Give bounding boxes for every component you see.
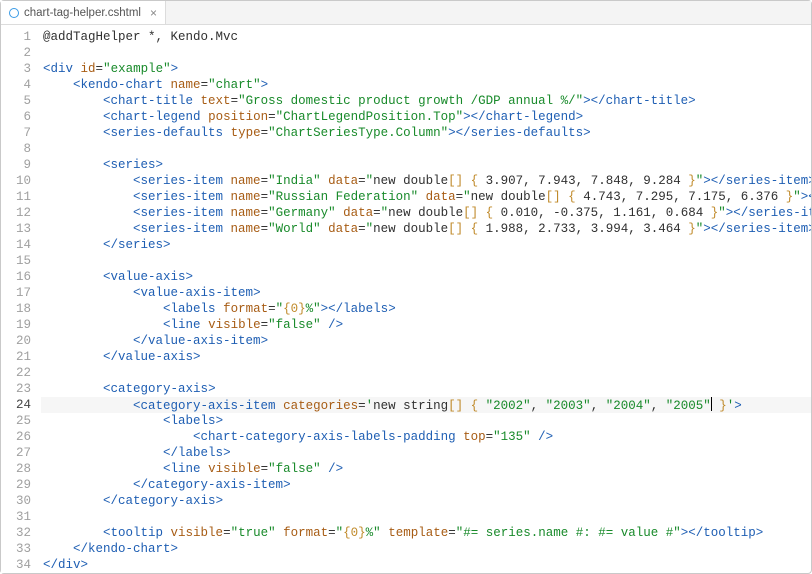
- code-line[interactable]: </kendo-chart>: [41, 541, 811, 557]
- tab-filename: chart-tag-helper.cshtml: [24, 7, 141, 19]
- code-line[interactable]: <labels format="{0}%"></labels>: [41, 301, 811, 317]
- line-number: 3: [1, 61, 31, 77]
- code-line[interactable]: <chart-title text="Gross domestic produc…: [41, 93, 811, 109]
- code-line[interactable]: <series-item name="World" data="new doub…: [41, 221, 811, 237]
- line-number: 12: [1, 205, 31, 221]
- code-line[interactable]: <tooltip visible="true" format="{0}%" te…: [41, 525, 811, 541]
- close-icon[interactable]: ×: [146, 6, 157, 20]
- line-number: 25: [1, 413, 31, 429]
- line-number: 1: [1, 29, 31, 45]
- tab-bar: chart-tag-helper.cshtml ×: [1, 1, 811, 25]
- code-line[interactable]: <series>: [41, 157, 811, 173]
- line-number: 8: [1, 141, 31, 157]
- code-line[interactable]: <series-item name="India" data="new doub…: [41, 173, 811, 189]
- line-number: 9: [1, 157, 31, 173]
- code-line[interactable]: <div id="example">: [41, 61, 811, 77]
- line-number: 34: [1, 557, 31, 573]
- code-area[interactable]: @addTagHelper *, Kendo.Mvc <div id="exam…: [41, 25, 811, 573]
- code-line[interactable]: [41, 509, 811, 525]
- line-number: 17: [1, 285, 31, 301]
- line-number: 30: [1, 493, 31, 509]
- code-line[interactable]: <series-item name="Germany" data="new do…: [41, 205, 811, 221]
- line-number: 6: [1, 109, 31, 125]
- line-number: 26: [1, 429, 31, 445]
- editor-tab[interactable]: chart-tag-helper.cshtml ×: [1, 1, 166, 24]
- line-number: 7: [1, 125, 31, 141]
- line-number: 4: [1, 77, 31, 93]
- line-number: 2: [1, 45, 31, 61]
- code-line[interactable]: <category-axis-item categories='new stri…: [41, 397, 811, 413]
- line-number: 13: [1, 221, 31, 237]
- code-line[interactable]: <value-axis-item>: [41, 285, 811, 301]
- file-type-icon: [9, 8, 19, 18]
- line-number-gutter: 1234567891011121314151617181920212223242…: [1, 25, 41, 573]
- line-number: 22: [1, 365, 31, 381]
- code-line[interactable]: </category-axis-item>: [41, 477, 811, 493]
- code-line[interactable]: [41, 253, 811, 269]
- line-number: 19: [1, 317, 31, 333]
- code-line[interactable]: </div>: [41, 557, 811, 573]
- code-line[interactable]: <chart-legend position="ChartLegendPosit…: [41, 109, 811, 125]
- code-line[interactable]: @addTagHelper *, Kendo.Mvc: [41, 29, 811, 45]
- code-line[interactable]: </value-axis>: [41, 349, 811, 365]
- code-line[interactable]: <line visible="false" />: [41, 317, 811, 333]
- line-number: 10: [1, 173, 31, 189]
- line-number: 21: [1, 349, 31, 365]
- line-number: 18: [1, 301, 31, 317]
- line-number: 14: [1, 237, 31, 253]
- code-line[interactable]: <category-axis>: [41, 381, 811, 397]
- code-line[interactable]: </labels>: [41, 445, 811, 461]
- code-line[interactable]: </category-axis>: [41, 493, 811, 509]
- editor: 1234567891011121314151617181920212223242…: [1, 25, 811, 573]
- line-number: 24: [1, 397, 31, 413]
- code-line[interactable]: <series-item name="Russian Federation" d…: [41, 189, 811, 205]
- code-line[interactable]: </series>: [41, 237, 811, 253]
- line-number: 33: [1, 541, 31, 557]
- code-line[interactable]: <chart-category-axis-labels-padding top=…: [41, 429, 811, 445]
- line-number: 29: [1, 477, 31, 493]
- line-number: 31: [1, 509, 31, 525]
- line-number: 32: [1, 525, 31, 541]
- line-number: 20: [1, 333, 31, 349]
- line-number: 27: [1, 445, 31, 461]
- line-number: 15: [1, 253, 31, 269]
- line-number: 23: [1, 381, 31, 397]
- line-number: 11: [1, 189, 31, 205]
- line-number: 28: [1, 461, 31, 477]
- code-line[interactable]: <kendo-chart name="chart">: [41, 77, 811, 93]
- code-line[interactable]: [41, 365, 811, 381]
- code-line[interactable]: [41, 45, 811, 61]
- code-line[interactable]: </value-axis-item>: [41, 333, 811, 349]
- line-number: 5: [1, 93, 31, 109]
- code-line[interactable]: <series-defaults type="ChartSeriesType.C…: [41, 125, 811, 141]
- line-number: 16: [1, 269, 31, 285]
- code-line[interactable]: <value-axis>: [41, 269, 811, 285]
- code-line[interactable]: <line visible="false" />: [41, 461, 811, 477]
- code-line[interactable]: [41, 141, 811, 157]
- code-line[interactable]: <labels>: [41, 413, 811, 429]
